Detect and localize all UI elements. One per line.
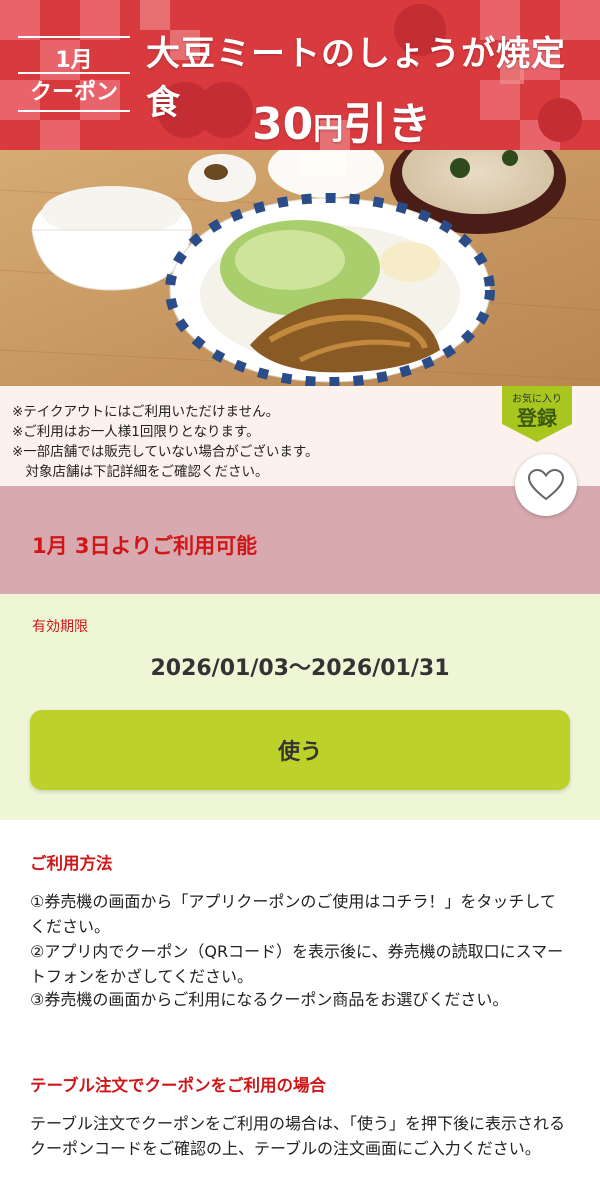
heart-icon	[527, 468, 565, 501]
discount-label: 30円引き	[252, 88, 492, 150]
favorite-big-label: 登録	[517, 406, 557, 430]
set-meal-illustration	[0, 150, 600, 386]
note-line: ※一部店舗では販売していない場合がございます。	[12, 444, 319, 460]
table-order-heading: テーブル注文でクーポンをご利用の場合	[30, 1076, 327, 1095]
favorite-button[interactable]	[515, 454, 577, 516]
validity-section: 有効期限 2026/01/03～2026/01/31 使う	[0, 594, 600, 820]
discount-number: 30	[252, 99, 314, 150]
use-coupon-button[interactable]: 使う	[30, 710, 570, 790]
availability-band: 1月 3日よりご利用可能	[0, 486, 600, 594]
month-label: 1月	[55, 48, 93, 73]
tag-bottom-rule	[18, 110, 130, 112]
note-line: 対象店舗は下記詳細をご確認ください。	[12, 464, 269, 480]
table-order-text: テーブル注文でクーポンをご利用の場合は、「使う」を押下後に表示されるクーポンコー…	[30, 1114, 566, 1158]
coupon-banner: 1月 クーポン 大豆ミートのしょうが焼定食 30円引き	[0, 0, 600, 150]
discount-suffix: 引き	[343, 99, 432, 150]
howto-step: ③券売機の画面からご利用になるクーポン商品をお選びください。	[30, 990, 509, 1009]
validity-label: 有効期限	[32, 619, 88, 635]
availability-text: 1月 3日よりご利用可能	[32, 534, 258, 558]
usage-instructions: ご利用方法 ①券売機の画面から「アプリクーポンのご使用はコチラ！」をタッチしてく…	[0, 820, 600, 1200]
coupon-label: クーポン	[29, 80, 118, 105]
howto-step: ②アプリ内でクーポン（QRコード）を表示後に、券売機の読取口にスマートフォンをか…	[30, 942, 564, 986]
tag-top-rule	[18, 36, 130, 38]
howto-heading: ご利用方法	[30, 854, 113, 873]
main-plate	[165, 193, 495, 386]
note-line: ※テイクアウトにはご利用いただけません。	[12, 404, 280, 420]
discount-yen: 円	[313, 112, 344, 147]
food-photo	[0, 150, 600, 386]
favorite-ribbon[interactable]: お気に入り 登録	[502, 386, 572, 442]
note-line: ※ご利用はお一人様1回限りとなります。	[12, 424, 260, 440]
validity-dates: 2026/01/03～2026/01/31	[150, 656, 450, 681]
month-coupon-tag: 1月 クーポン	[18, 36, 130, 112]
howto-step: ①券売機の画面から「アプリクーポンのご使用はコチラ！」をタッチしてください。	[30, 892, 556, 936]
